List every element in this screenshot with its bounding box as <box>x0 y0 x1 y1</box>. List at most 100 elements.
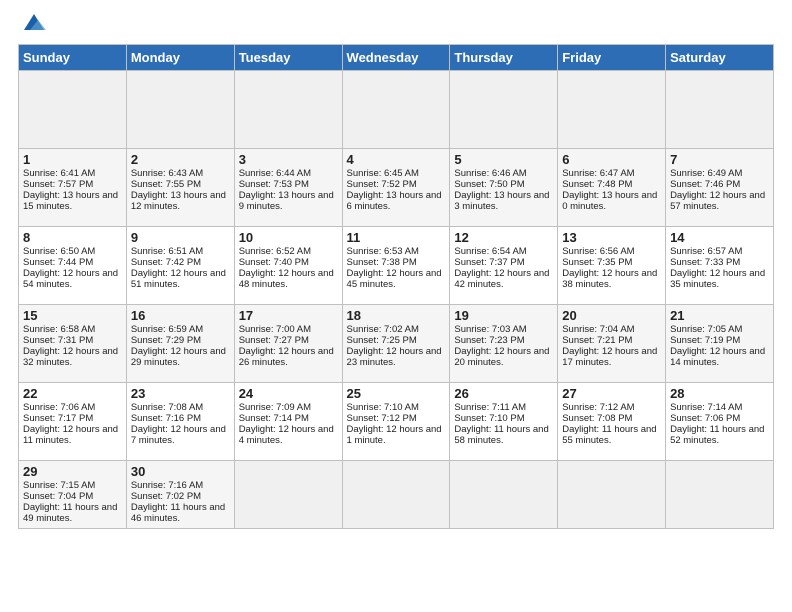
day-number: 3 <box>239 152 338 167</box>
daylight-text: Daylight: 12 hours and 26 minutes. <box>239 346 338 368</box>
day-number: 28 <box>670 386 769 401</box>
day-number: 26 <box>454 386 553 401</box>
day-header-sunday: Sunday <box>19 45 127 71</box>
day-header-monday: Monday <box>126 45 234 71</box>
sunset-text: Sunset: 7:14 PM <box>239 413 338 424</box>
calendar-table: SundayMondayTuesdayWednesdayThursdayFrid… <box>18 44 774 529</box>
daylight-text: Daylight: 12 hours and 57 minutes. <box>670 190 769 212</box>
sunrise-text: Sunrise: 7:05 AM <box>670 324 769 335</box>
calendar-cell: 12Sunrise: 6:54 AMSunset: 7:37 PMDayligh… <box>450 227 558 305</box>
calendar-cell: 7Sunrise: 6:49 AMSunset: 7:46 PMDaylight… <box>666 149 774 227</box>
daylight-text: Daylight: 12 hours and 51 minutes. <box>131 268 230 290</box>
calendar-cell <box>342 71 450 149</box>
day-header-saturday: Saturday <box>666 45 774 71</box>
calendar-cell: 30Sunrise: 7:16 AMSunset: 7:02 PMDayligh… <box>126 461 234 529</box>
sunrise-text: Sunrise: 6:47 AM <box>562 168 661 179</box>
week-row-4: 22Sunrise: 7:06 AMSunset: 7:17 PMDayligh… <box>19 383 774 461</box>
calendar-cell: 23Sunrise: 7:08 AMSunset: 7:16 PMDayligh… <box>126 383 234 461</box>
week-row-0 <box>19 71 774 149</box>
sunrise-text: Sunrise: 6:59 AM <box>131 324 230 335</box>
day-number: 4 <box>347 152 446 167</box>
sunset-text: Sunset: 7:10 PM <box>454 413 553 424</box>
day-header-friday: Friday <box>558 45 666 71</box>
calendar-cell <box>342 461 450 529</box>
sunrise-text: Sunrise: 6:49 AM <box>670 168 769 179</box>
sunset-text: Sunset: 7:38 PM <box>347 257 446 268</box>
daylight-text: Daylight: 11 hours and 58 minutes. <box>454 424 553 446</box>
day-number: 22 <box>23 386 122 401</box>
day-number: 19 <box>454 308 553 323</box>
sunrise-text: Sunrise: 6:57 AM <box>670 246 769 257</box>
sunrise-text: Sunrise: 7:10 AM <box>347 402 446 413</box>
sunset-text: Sunset: 7:25 PM <box>347 335 446 346</box>
calendar-cell <box>558 71 666 149</box>
sunset-text: Sunset: 7:57 PM <box>23 179 122 190</box>
day-number: 18 <box>347 308 446 323</box>
sunrise-text: Sunrise: 6:50 AM <box>23 246 122 257</box>
calendar-cell <box>666 71 774 149</box>
calendar-cell: 4Sunrise: 6:45 AMSunset: 7:52 PMDaylight… <box>342 149 450 227</box>
day-number: 16 <box>131 308 230 323</box>
daylight-text: Daylight: 13 hours and 3 minutes. <box>454 190 553 212</box>
daylight-text: Daylight: 12 hours and 23 minutes. <box>347 346 446 368</box>
sunrise-text: Sunrise: 6:58 AM <box>23 324 122 335</box>
daylight-text: Daylight: 12 hours and 14 minutes. <box>670 346 769 368</box>
daylight-text: Daylight: 13 hours and 0 minutes. <box>562 190 661 212</box>
calendar-cell: 3Sunrise: 6:44 AMSunset: 7:53 PMDaylight… <box>234 149 342 227</box>
sunset-text: Sunset: 7:23 PM <box>454 335 553 346</box>
daylight-text: Daylight: 12 hours and 54 minutes. <box>23 268 122 290</box>
sunrise-text: Sunrise: 7:03 AM <box>454 324 553 335</box>
calendar-cell <box>234 71 342 149</box>
day-number: 23 <box>131 386 230 401</box>
logo-icon <box>20 12 48 34</box>
calendar-cell: 9Sunrise: 6:51 AMSunset: 7:42 PMDaylight… <box>126 227 234 305</box>
sunset-text: Sunset: 7:04 PM <box>23 491 122 502</box>
calendar-cell: 28Sunrise: 7:14 AMSunset: 7:06 PMDayligh… <box>666 383 774 461</box>
sunset-text: Sunset: 7:40 PM <box>239 257 338 268</box>
sunset-text: Sunset: 7:31 PM <box>23 335 122 346</box>
calendar-cell: 18Sunrise: 7:02 AMSunset: 7:25 PMDayligh… <box>342 305 450 383</box>
calendar-cell: 11Sunrise: 6:53 AMSunset: 7:38 PMDayligh… <box>342 227 450 305</box>
calendar-cell: 10Sunrise: 6:52 AMSunset: 7:40 PMDayligh… <box>234 227 342 305</box>
sunrise-text: Sunrise: 7:00 AM <box>239 324 338 335</box>
day-number: 20 <box>562 308 661 323</box>
calendar-cell: 2Sunrise: 6:43 AMSunset: 7:55 PMDaylight… <box>126 149 234 227</box>
sunset-text: Sunset: 7:08 PM <box>562 413 661 424</box>
calendar-cell <box>126 71 234 149</box>
calendar-cell: 1Sunrise: 6:41 AMSunset: 7:57 PMDaylight… <box>19 149 127 227</box>
sunset-text: Sunset: 7:48 PM <box>562 179 661 190</box>
calendar-cell <box>234 461 342 529</box>
page: SundayMondayTuesdayWednesdayThursdayFrid… <box>0 0 792 612</box>
daylight-text: Daylight: 12 hours and 29 minutes. <box>131 346 230 368</box>
sunrise-text: Sunrise: 7:09 AM <box>239 402 338 413</box>
day-number: 27 <box>562 386 661 401</box>
day-number: 15 <box>23 308 122 323</box>
sunrise-text: Sunrise: 6:52 AM <box>239 246 338 257</box>
week-row-1: 1Sunrise: 6:41 AMSunset: 7:57 PMDaylight… <box>19 149 774 227</box>
daylight-text: Daylight: 12 hours and 35 minutes. <box>670 268 769 290</box>
sunset-text: Sunset: 7:44 PM <box>23 257 122 268</box>
calendar-cell: 21Sunrise: 7:05 AMSunset: 7:19 PMDayligh… <box>666 305 774 383</box>
daylight-text: Daylight: 12 hours and 4 minutes. <box>239 424 338 446</box>
daylight-text: Daylight: 11 hours and 49 minutes. <box>23 502 122 524</box>
sunrise-text: Sunrise: 7:11 AM <box>454 402 553 413</box>
sunset-text: Sunset: 7:21 PM <box>562 335 661 346</box>
calendar-cell: 17Sunrise: 7:00 AMSunset: 7:27 PMDayligh… <box>234 305 342 383</box>
week-row-3: 15Sunrise: 6:58 AMSunset: 7:31 PM Dayligh… <box>19 305 774 383</box>
sunset-text: Sunset: 7:46 PM <box>670 179 769 190</box>
sunrise-text: Sunrise: 6:44 AM <box>239 168 338 179</box>
sunrise-text: Sunrise: 6:45 AM <box>347 168 446 179</box>
day-number: 10 <box>239 230 338 245</box>
sunrise-text: Sunrise: 7:06 AM <box>23 402 122 413</box>
sunset-text: Sunset: 7:16 PM <box>131 413 230 424</box>
sunset-text: Sunset: 7:52 PM <box>347 179 446 190</box>
header <box>18 18 774 34</box>
daylight-text: Daylight: 11 hours and 55 minutes. <box>562 424 661 446</box>
daylight-text: Daylight: 11 hours and 46 minutes. <box>131 502 230 524</box>
calendar-cell <box>666 461 774 529</box>
sunrise-text: Sunrise: 6:54 AM <box>454 246 553 257</box>
calendar-cell <box>450 461 558 529</box>
sunset-text: Sunset: 7:19 PM <box>670 335 769 346</box>
calendar-cell: 16Sunrise: 6:59 AMSunset: 7:29 PMDayligh… <box>126 305 234 383</box>
day-number: 12 <box>454 230 553 245</box>
